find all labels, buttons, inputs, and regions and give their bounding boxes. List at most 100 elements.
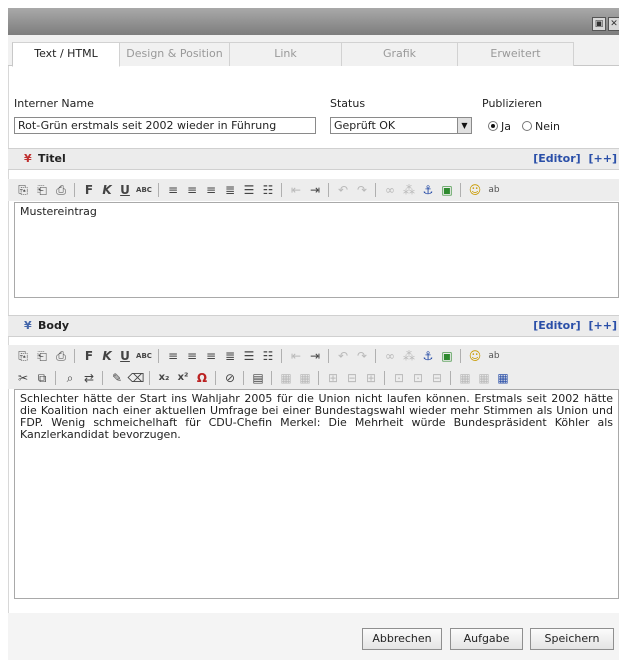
bold-icon[interactable]: F: [80, 181, 98, 199]
body-editor[interactable]: Schlechter hätte der Start ins Wahljahr …: [14, 389, 619, 599]
title-editor[interactable]: Mustereintrag: [14, 202, 619, 298]
toolbar-separator: [149, 371, 150, 385]
strikethrough-icon[interactable]: ABC: [135, 181, 153, 199]
table-row-icon[interactable]: ▦: [456, 369, 474, 387]
italic-icon[interactable]: K: [98, 181, 116, 199]
form-icon[interactable]: ▤: [249, 369, 267, 387]
collapse-chevron-icon[interactable]: ¥: [24, 319, 32, 332]
delete-col-icon[interactable]: ⊟: [428, 369, 446, 387]
task-button[interactable]: Aufgabe: [450, 628, 523, 650]
insert-col-icon[interactable]: ⊞: [362, 369, 380, 387]
collapse-chevron-icon[interactable]: ¥: [24, 152, 32, 165]
unlink-icon[interactable]: ⁂: [400, 347, 418, 365]
unlink-icon[interactable]: ⁂: [400, 181, 418, 199]
undo-icon[interactable]: ↶: [334, 347, 352, 365]
minimize-icon[interactable]: ▣: [592, 17, 606, 31]
insert-row-icon[interactable]: ⊞: [324, 369, 342, 387]
image-icon[interactable]: ▣: [438, 347, 456, 365]
link-icon[interactable]: ∞: [381, 181, 399, 199]
body-section-bar: ¥ Body [Editor] [++]: [8, 315, 619, 337]
eraser-icon[interactable]: ⌫: [127, 369, 145, 387]
bullet-list-icon[interactable]: ☰: [240, 181, 258, 199]
indent-icon[interactable]: ⇥: [306, 347, 324, 365]
spellcheck-icon[interactable]: ab: [485, 347, 503, 365]
align-right-icon[interactable]: ≡: [202, 347, 220, 365]
align-center-icon[interactable]: ≡: [183, 347, 201, 365]
insert-table-icon[interactable]: ▦: [494, 369, 512, 387]
cut-icon[interactable]: ✂: [14, 369, 32, 387]
internal-name-label: Interner Name: [14, 97, 94, 110]
find-icon[interactable]: ⌕: [61, 369, 79, 387]
smiley-icon[interactable]: ☺: [466, 347, 484, 365]
image-icon[interactable]: ▣: [438, 181, 456, 199]
copy-icon[interactable]: ⧉: [33, 369, 51, 387]
paste-word-icon[interactable]: ⎙: [52, 181, 70, 199]
tab-link[interactable]: Link: [230, 42, 342, 66]
flash-icon[interactable]: ⊘: [221, 369, 239, 387]
justify-icon[interactable]: ≣: [221, 347, 239, 365]
bold-icon[interactable]: F: [80, 347, 98, 365]
subscript-icon[interactable]: x₂: [155, 369, 173, 387]
smiley-icon[interactable]: ☺: [466, 181, 484, 199]
body-editor-link[interactable]: [Editor]: [533, 319, 580, 332]
anchor-icon[interactable]: ⚓: [419, 181, 437, 199]
save-button[interactable]: Speichern: [530, 628, 614, 650]
paste-word-icon[interactable]: ⎙: [52, 347, 70, 365]
numbered-list-icon[interactable]: ☷: [259, 347, 277, 365]
internal-name-input[interactable]: Rot-Grün erstmals seit 2002 wieder in Fü…: [14, 117, 316, 134]
undo-icon[interactable]: ↶: [334, 181, 352, 199]
status-select[interactable]: Geprüft OK ▼: [330, 117, 472, 134]
paste-icon[interactable]: ⎘: [14, 347, 32, 365]
tab-strip: Text / HTML Design & Position Link Grafi…: [8, 35, 619, 67]
underline-icon[interactable]: U: [116, 347, 134, 365]
chevron-down-icon[interactable]: ▼: [457, 118, 471, 133]
tab-design-position[interactable]: Design & Position: [120, 42, 230, 66]
strikethrough-icon[interactable]: ABC: [135, 347, 153, 365]
bullet-list-icon[interactable]: ☰: [240, 347, 258, 365]
format-paint-icon[interactable]: ✎: [108, 369, 126, 387]
paste-text-icon[interactable]: ⎗: [33, 181, 51, 199]
spellcheck-icon[interactable]: ab: [485, 181, 503, 199]
replace-icon[interactable]: ⇄: [80, 369, 98, 387]
tab-grafik[interactable]: Grafik: [342, 42, 458, 66]
table-props-icon[interactable]: ▦: [277, 369, 295, 387]
publish-no-radio[interactable]: [522, 121, 532, 131]
anchor-icon[interactable]: ⚓: [419, 347, 437, 365]
publish-label: Publizieren: [482, 97, 543, 110]
underline-icon[interactable]: U: [116, 181, 134, 199]
title-editor-link[interactable]: [Editor]: [533, 152, 580, 165]
toolbar-separator: [158, 349, 159, 363]
tab-text-html[interactable]: Text / HTML: [12, 42, 120, 67]
split-cells-icon[interactable]: ⊡: [409, 369, 427, 387]
cell-props-icon[interactable]: ▦: [296, 369, 314, 387]
redo-icon[interactable]: ↷: [353, 347, 371, 365]
special-char-icon[interactable]: Ω: [193, 369, 211, 387]
align-left-icon[interactable]: ≡: [164, 181, 182, 199]
numbered-list-icon[interactable]: ☷: [259, 181, 277, 199]
align-center-icon[interactable]: ≡: [183, 181, 201, 199]
toolbar-separator: [318, 371, 319, 385]
delete-row-icon[interactable]: ⊟: [343, 369, 361, 387]
publish-yes-radio[interactable]: [488, 121, 498, 131]
italic-icon[interactable]: K: [98, 347, 116, 365]
paste-icon[interactable]: ⎘: [14, 181, 32, 199]
align-left-icon[interactable]: ≡: [164, 347, 182, 365]
tab-erweitert[interactable]: Erweitert: [458, 42, 574, 66]
outdent-icon[interactable]: ⇤: [287, 347, 305, 365]
title-more-link[interactable]: [++]: [589, 152, 618, 165]
close-icon[interactable]: ✕: [608, 17, 619, 31]
cancel-button[interactable]: Abbrechen: [362, 628, 442, 650]
body-more-link[interactable]: [++]: [589, 319, 618, 332]
justify-icon[interactable]: ≣: [221, 181, 239, 199]
table-col-icon[interactable]: ▦: [475, 369, 493, 387]
link-icon[interactable]: ∞: [381, 347, 399, 365]
superscript-icon[interactable]: x²: [174, 369, 192, 387]
outdent-icon[interactable]: ⇤: [287, 181, 305, 199]
toolbar-separator: [55, 371, 56, 385]
toolbar-separator: [281, 349, 282, 363]
merge-cells-icon[interactable]: ⊡: [390, 369, 408, 387]
indent-icon[interactable]: ⇥: [306, 181, 324, 199]
paste-text-icon[interactable]: ⎗: [33, 347, 51, 365]
redo-icon[interactable]: ↷: [353, 181, 371, 199]
align-right-icon[interactable]: ≡: [202, 181, 220, 199]
